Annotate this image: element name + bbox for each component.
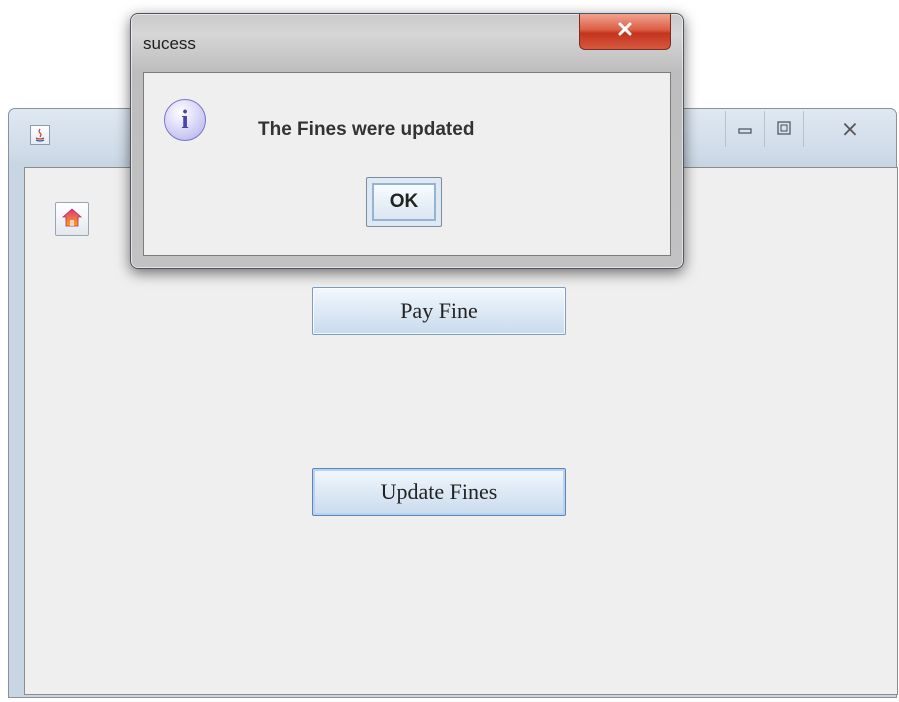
home-icon [61, 206, 83, 233]
pay-fine-button[interactable]: Pay Fine [312, 287, 566, 335]
close-icon [617, 21, 633, 42]
dialog-title: sucess [143, 34, 196, 53]
dialog-body: i The Fines were updated OK [143, 72, 671, 256]
java-app-icon[interactable] [30, 125, 50, 145]
dialog-close-button[interactable] [579, 14, 671, 50]
info-icon: i [164, 99, 206, 141]
home-button[interactable] [55, 202, 89, 236]
minimize-icon [738, 121, 752, 137]
maximize-button[interactable] [764, 111, 803, 147]
update-fines-button[interactable]: Update Fines [312, 468, 566, 516]
success-dialog: sucess i The Fines were updated OK [130, 13, 684, 269]
ok-button-label: OK [372, 183, 436, 221]
close-button[interactable]: ⨯ [803, 111, 896, 147]
maximize-icon [777, 120, 791, 138]
window-controls: ⨯ [725, 111, 896, 149]
close-icon: ⨯ [840, 116, 860, 141]
dialog-message: The Fines were updated [258, 119, 475, 140]
ok-button[interactable]: OK [366, 177, 442, 227]
minimize-button[interactable] [725, 111, 764, 147]
